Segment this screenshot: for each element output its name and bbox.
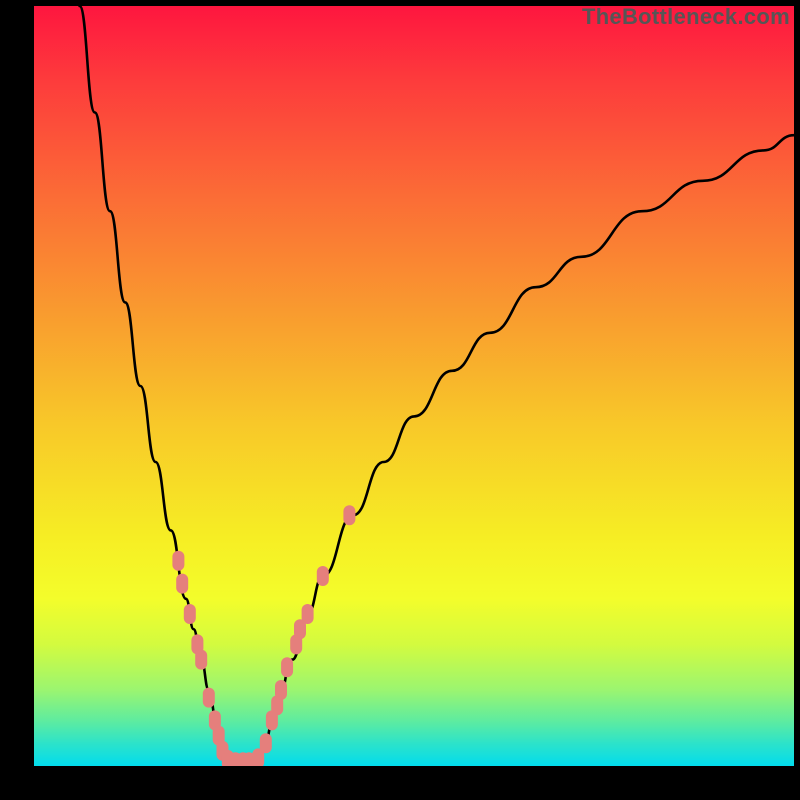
data-point bbox=[195, 650, 207, 670]
bottleneck-chart bbox=[34, 6, 794, 766]
data-point bbox=[343, 505, 355, 525]
data-point bbox=[281, 657, 293, 677]
data-point bbox=[184, 604, 196, 624]
data-point bbox=[260, 733, 272, 753]
chart-frame bbox=[34, 6, 794, 766]
gradient-background bbox=[34, 6, 794, 766]
data-point bbox=[176, 574, 188, 594]
data-point bbox=[203, 688, 215, 708]
watermark-label: TheBottleneck.com bbox=[582, 4, 790, 30]
data-point bbox=[302, 604, 314, 624]
data-point bbox=[317, 566, 329, 586]
data-point bbox=[275, 680, 287, 700]
data-point bbox=[172, 551, 184, 571]
